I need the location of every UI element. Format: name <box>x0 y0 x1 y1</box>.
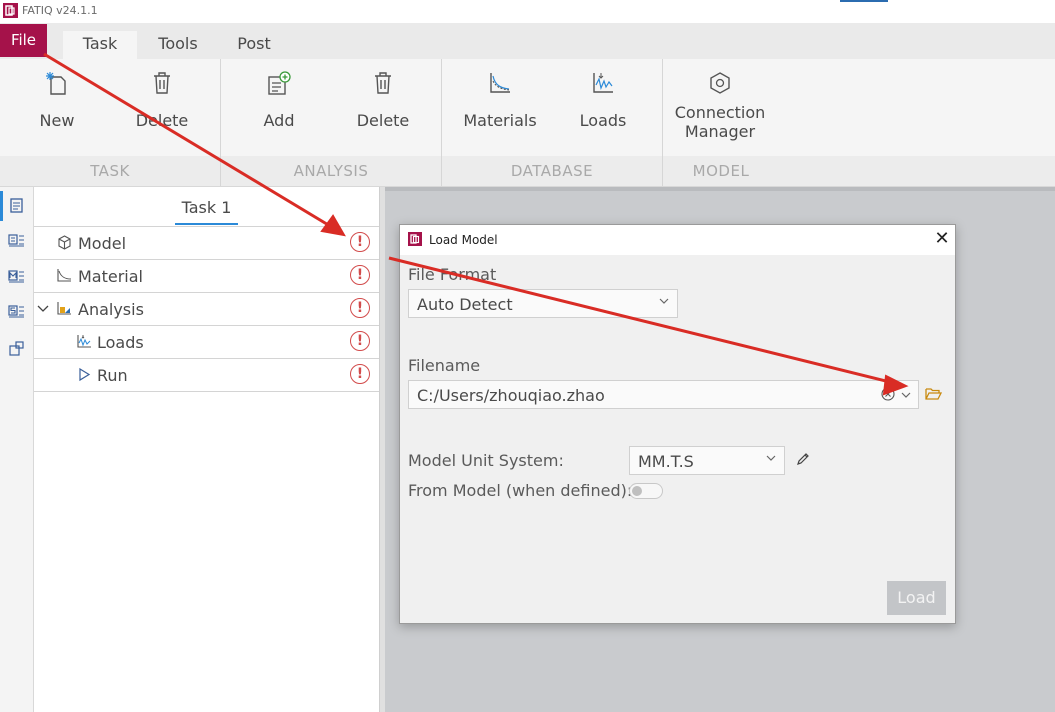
new-document-icon <box>46 72 66 95</box>
workspace-top-border <box>385 187 1055 191</box>
connection-manager-button[interactable]: Connection Manager <box>672 63 768 153</box>
tree-item-label: Run <box>97 366 128 385</box>
hexagon-nut-icon <box>710 72 730 94</box>
connection-manager-label-line2: Manager <box>684 122 756 141</box>
pencil-icon[interactable] <box>796 452 810 466</box>
filename-value: C:/Users/zhouqiao.zhao <box>417 386 605 405</box>
tree-item-analysis[interactable]: Analysis ! <box>34 293 379 326</box>
loads-icon <box>77 335 91 348</box>
play-icon <box>79 367 91 382</box>
materials-label: Materials <box>463 111 537 130</box>
filename-label: Filename <box>408 356 481 375</box>
file-format-value: Auto Detect <box>417 295 513 314</box>
chevron-down-icon[interactable] <box>37 304 49 314</box>
task-tab-underline <box>175 223 238 225</box>
close-icon[interactable]: ✕ <box>932 228 952 250</box>
folder-open-icon[interactable] <box>925 387 942 401</box>
tab-task[interactable]: Task <box>63 31 137 59</box>
loads-icon <box>593 73 613 93</box>
cube-icon <box>58 235 71 250</box>
connection-manager-label-line1: Connection <box>674 103 766 122</box>
external-window-icon[interactable] <box>8 340 25 357</box>
delete-analysis-button[interactable]: Delete <box>348 63 418 153</box>
loads-label: Loads <box>579 111 627 130</box>
material-editor-icon[interactable] <box>8 268 25 285</box>
task-1-tab[interactable]: Task 1 <box>175 198 238 217</box>
window-titlebar <box>0 0 1055 23</box>
analysis-icon <box>57 302 71 315</box>
task-list-icon[interactable] <box>8 197 25 214</box>
trash-icon <box>375 72 391 94</box>
unit-system-select[interactable]: MM.T.S <box>629 446 785 475</box>
tree-item-label: Model <box>78 234 127 253</box>
tree-item-material[interactable]: Material ! <box>34 260 379 293</box>
file-format-select[interactable]: Auto Detect <box>408 289 678 318</box>
app-title: FATIQ v24.1.1 <box>22 4 98 17</box>
add-document-icon <box>268 71 291 95</box>
toggle-knob <box>632 486 642 496</box>
group-label-database: DATABASE <box>510 162 594 180</box>
chevron-down-icon <box>766 455 776 461</box>
delete-task-label: Delete <box>135 111 189 130</box>
dialog-title: Load Model <box>429 233 498 247</box>
file-format-label: File Format <box>408 265 497 284</box>
app-logo-icon <box>408 232 422 246</box>
tree-item-loads[interactable]: Loads ! <box>34 326 379 359</box>
new-task-label: New <box>39 111 75 130</box>
tab-post[interactable]: Post <box>226 31 282 59</box>
load-button[interactable]: Load <box>887 581 946 615</box>
tree-item-label: Material <box>78 267 143 286</box>
load-model-dialog: Load Model ✕ File Format Auto Detect Fil… <box>399 224 956 624</box>
tree-item-label: Analysis <box>78 300 144 319</box>
unit-system-value: MM.T.S <box>638 452 694 471</box>
add-analysis-label: Add <box>263 111 295 130</box>
chevron-down-icon[interactable] <box>901 390 911 400</box>
file-menu-button[interactable]: File <box>0 24 47 57</box>
trash-icon <box>154 72 170 94</box>
warning-icon: ! <box>350 331 370 351</box>
group-label-analysis: ANALYSIS <box>293 162 369 180</box>
add-analysis-button[interactable]: Add <box>244 63 314 153</box>
rail-active-indicator <box>0 191 3 221</box>
series-editor-icon[interactable] <box>8 303 25 320</box>
side-rail <box>0 187 34 712</box>
material-curve-icon <box>490 73 510 93</box>
warning-icon: ! <box>350 298 370 318</box>
from-model-label: From Model (when defined): <box>408 481 633 500</box>
group-label-model: MODEL <box>692 162 750 180</box>
materials-button[interactable]: Materials <box>460 63 540 153</box>
warning-icon: ! <box>350 265 370 285</box>
warning-icon: ! <box>350 364 370 384</box>
filename-input[interactable]: C:/Users/zhouqiao.zhao <box>408 380 919 409</box>
material-curve-icon <box>57 269 72 282</box>
delete-analysis-label: Delete <box>356 111 410 130</box>
chevron-down-icon <box>659 298 669 304</box>
group-label-task: TASK <box>90 162 130 180</box>
tab-tools[interactable]: Tools <box>148 31 208 59</box>
clear-icon[interactable] <box>881 387 895 401</box>
app-logo-icon <box>3 3 18 18</box>
post-edit-icon[interactable] <box>8 232 25 249</box>
tree-item-label: Loads <box>97 333 144 352</box>
tree-item-model[interactable]: Model ! <box>34 227 379 260</box>
delete-task-button[interactable]: Delete <box>127 63 197 153</box>
titlebar-accent <box>840 0 888 2</box>
new-task-button[interactable]: New <box>22 63 92 153</box>
loads-button[interactable]: Loads <box>568 63 638 153</box>
tree-item-run[interactable]: Run ! <box>34 359 379 392</box>
from-model-toggle[interactable] <box>629 483 663 499</box>
unit-system-label: Model Unit System: <box>408 451 564 470</box>
warning-icon: ! <box>350 232 370 252</box>
